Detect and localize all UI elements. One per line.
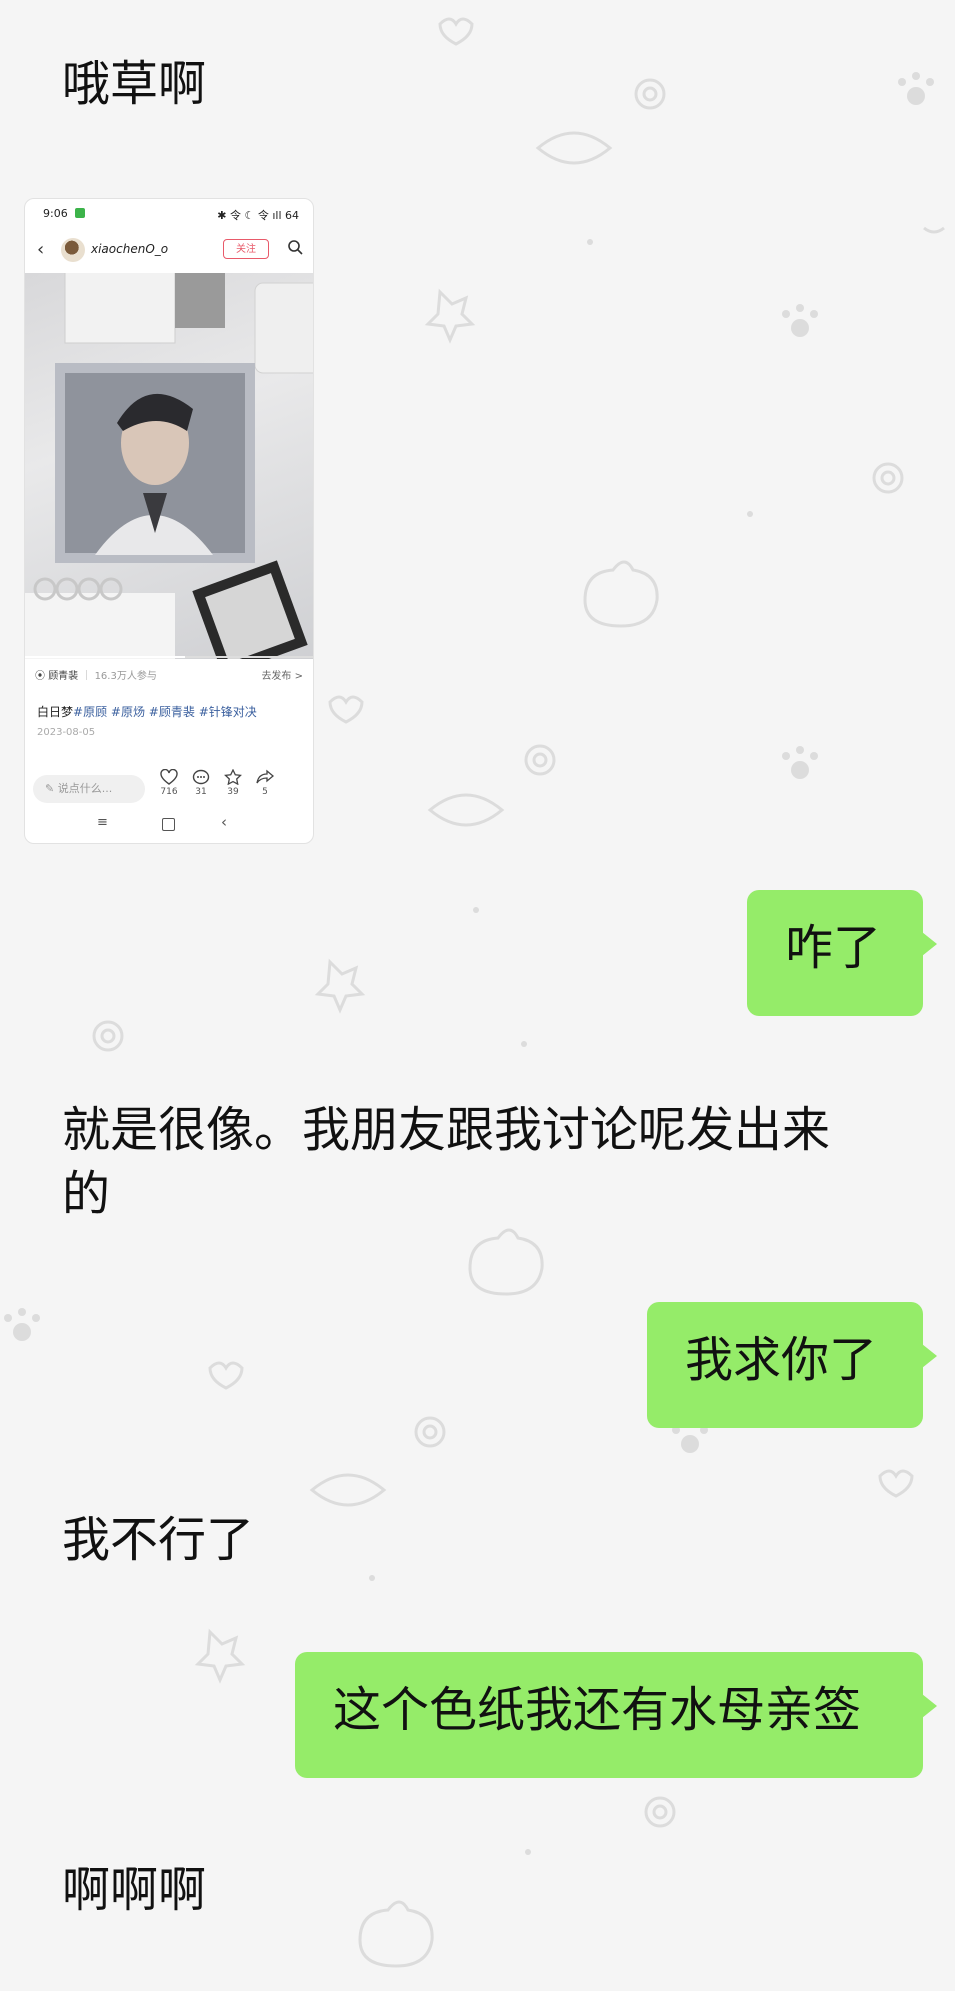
message-sent-1[interactable]: 咋了 <box>747 890 937 1016</box>
message-received-1[interactable]: 哦草啊 <box>62 52 206 116</box>
status-icons: ✱ 令 ☾ 令 ıll 64 <box>217 209 299 222</box>
back-arrow-icon: ‹ <box>37 239 45 260</box>
star-action: 39 <box>219 769 247 797</box>
status-time: 9:06 <box>43 207 68 220</box>
caption-text: 白日梦 <box>37 705 74 719</box>
share-action: 5 <box>251 769 279 797</box>
menu-icon: ≡ <box>97 815 108 830</box>
photo-artwork <box>25 273 313 659</box>
post-header: ‹ xiaochenO_o 关注 <box>25 235 313 265</box>
home-icon <box>162 818 175 831</box>
comment-placeholder: 说点什么... <box>57 782 113 795</box>
search-icon <box>288 240 303 255</box>
hashtag: #原炀 <box>110 705 145 719</box>
comment-input: ✎ 说点什么... <box>33 775 145 803</box>
post-photo <box>25 273 313 659</box>
topic-link: 去发布 > <box>261 671 303 682</box>
wechat-icon <box>75 208 86 218</box>
shared-screenshot-image[interactable]: 9:06 ✱ 令 ☾ 令 ıll 64 ‹ xiaochenO_o 关注 ⦿ 顾… <box>24 198 314 844</box>
heart-icon <box>160 769 178 785</box>
system-nav-bar: ≡ ‹ <box>25 813 313 835</box>
post-caption: 白日梦#原顾 #原炀 #顾青裴 #针锋对决 <box>37 703 303 720</box>
username: xiaochenO_o <box>91 242 169 256</box>
like-count: 716 <box>160 787 178 797</box>
hashtag: #针锋对决 <box>198 705 257 719</box>
message-sent-3[interactable]: 这个色纸我还有水母亲签 <box>295 1652 937 1778</box>
avatar <box>61 238 85 262</box>
message-text-line-1: 就是很像。我朋友跟我讨论呢发出来 <box>62 1102 831 1158</box>
topic-icon: ⦿ <box>35 671 49 682</box>
comment-count: 31 <box>195 787 207 797</box>
message-text-line-2: 的 <box>62 1166 111 1222</box>
hashtag: #顾青裴 <box>148 705 195 719</box>
topic-bar: ⦿ 顾青裴 ｜ 16.3万人参与 去发布 > <box>35 667 303 689</box>
star-count: 39 <box>227 787 239 797</box>
like-action: 716 <box>155 769 183 797</box>
message-received-2[interactable]: 就是很像。我朋友跟我讨论呢发出来 的 <box>62 1098 830 1226</box>
status-bar: 9:06 ✱ 令 ☾ 令 ıll 64 <box>43 207 299 222</box>
share-icon <box>256 769 274 784</box>
follow-button: 关注 <box>223 239 269 259</box>
hashtag: #原顾 <box>73 705 108 719</box>
message-received-3[interactable]: 我不行了 <box>62 1508 254 1572</box>
message-sent-2[interactable]: 我求你了 <box>647 1302 937 1428</box>
share-count: 5 <box>262 787 268 797</box>
message-received-4[interactable]: 啊啊啊 <box>62 1858 206 1922</box>
topic-count: 16.3万人参与 <box>94 671 157 682</box>
post-date: 2023-08-05 <box>37 727 96 738</box>
pencil-icon: ✎ <box>45 782 58 795</box>
comment-icon <box>192 769 210 785</box>
comment-action: 31 <box>187 769 215 797</box>
topic-name: 顾青裴 <box>48 671 79 682</box>
star-icon <box>224 769 242 785</box>
back-nav-icon: ‹ <box>221 813 227 831</box>
